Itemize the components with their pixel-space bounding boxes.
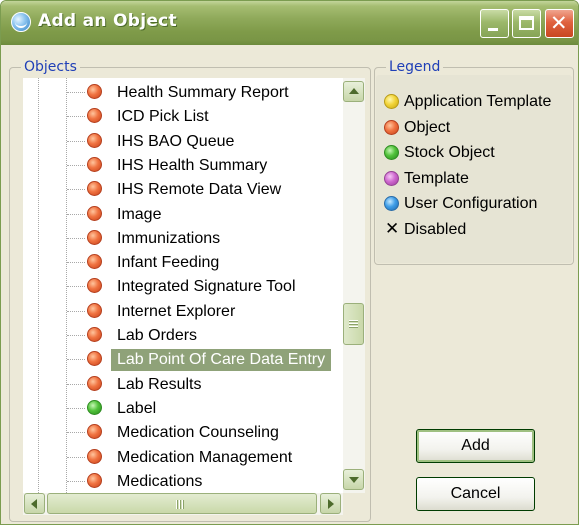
- tree-connector: [67, 310, 85, 312]
- horizontal-scrollbar[interactable]: [23, 493, 343, 515]
- tree-connector: [67, 432, 85, 434]
- orange-circle-icon: [87, 181, 102, 197]
- orange-circle-icon: [384, 119, 399, 135]
- scroll-down-button[interactable]: [343, 469, 364, 490]
- cancel-button[interactable]: Cancel: [416, 477, 535, 511]
- tree-item-label: Image: [117, 205, 162, 223]
- tree-item-label: Integrated Signature Tool: [117, 278, 296, 296]
- green-circle-icon: [87, 399, 102, 415]
- tree-item-label: Medications: [117, 472, 203, 490]
- tree-connector: [67, 262, 85, 264]
- tree-connector: [67, 456, 85, 458]
- minimize-icon: [488, 28, 498, 31]
- arrow-up-icon: [349, 88, 359, 94]
- orange-circle-icon: [87, 156, 102, 172]
- green-circle-icon: [384, 145, 399, 160]
- legend-item-label: Disabled: [404, 220, 467, 238]
- tree-item-label: Infant Feeding: [117, 254, 220, 272]
- legend-item-label: Object: [404, 118, 451, 136]
- orange-circle-icon: [87, 448, 102, 464]
- grip-line: [182, 500, 184, 509]
- tree-item-label: IHS Health Summary: [117, 156, 268, 174]
- arrow-left-icon: [31, 499, 37, 509]
- orange-circle-icon: [87, 278, 102, 294]
- orange-circle-icon: [87, 327, 102, 342]
- objects-tree[interactable]: Health Summary Report ICD Pick List IHS BA…: [23, 78, 363, 493]
- tree-connector: [67, 164, 85, 166]
- tree-connector: [67, 116, 85, 118]
- scroll-corner: [343, 493, 365, 515]
- tree-item-label: Immunizations: [117, 229, 221, 247]
- minimize-button[interactable]: [480, 9, 509, 38]
- close-button[interactable]: ✕: [545, 9, 574, 38]
- orange-circle-icon: [87, 132, 102, 148]
- horizontal-scroll-thumb[interactable]: [47, 493, 317, 514]
- orange-circle-icon: [87, 108, 102, 124]
- objects-group-label: Objects: [21, 59, 80, 75]
- orange-circle-icon: [87, 205, 102, 221]
- orange-circle-icon: [87, 84, 102, 99]
- grip-line: [349, 320, 358, 322]
- app-icon: [11, 12, 31, 32]
- scroll-up-button[interactable]: [343, 81, 364, 102]
- legend-item-label: Application Template: [404, 93, 552, 110]
- tree-connector: [67, 359, 85, 361]
- arrow-down-icon: [349, 477, 359, 483]
- orange-circle-icon: [87, 424, 102, 440]
- scroll-left-button[interactable]: [24, 493, 45, 514]
- legend-item-label: Template: [404, 169, 469, 187]
- scroll-right-button[interactable]: [320, 493, 341, 514]
- tree-item-label: ICD Pick List: [117, 108, 209, 126]
- tree-item-label: Medication Management: [117, 448, 293, 466]
- tree-line: [38, 78, 39, 493]
- x-icon: ✕: [385, 218, 400, 239]
- tree-connector: [67, 480, 85, 482]
- tree-connector: [67, 286, 85, 288]
- add-object-dialog: Add an Object ✕ Objects Health Summary R…: [0, 0, 579, 525]
- tree-item-label: Medication Counseling: [117, 424, 279, 442]
- legend-item-label: Stock Object: [404, 144, 495, 161]
- tree-item-label: Lab Orders: [117, 327, 198, 344]
- orange-circle-icon: [87, 229, 102, 245]
- tree-item-label: IHS BAO Queue: [117, 132, 235, 150]
- vertical-scroll-thumb[interactable]: [343, 303, 364, 345]
- tree-connector: [67, 189, 85, 191]
- maximize-icon: [519, 16, 534, 30]
- tree-connector: [67, 407, 85, 409]
- orange-circle-icon: [87, 254, 102, 270]
- vertical-scrollbar[interactable]: [343, 78, 365, 493]
- maximize-button[interactable]: [512, 9, 541, 38]
- tree-item-label: Lab Results: [117, 375, 202, 393]
- tree-connector: [67, 92, 85, 93]
- tree-item-label: Label: [117, 399, 157, 417]
- tree-item-label: Internet Explorer: [117, 302, 236, 320]
- orange-circle-icon: [87, 472, 102, 488]
- grip-line: [349, 326, 358, 328]
- orange-circle-icon: [87, 302, 102, 318]
- close-icon: ✕: [550, 11, 568, 35]
- legend-item-label: User Configuration: [404, 195, 538, 212]
- add-button[interactable]: Add: [416, 429, 535, 463]
- grip-line: [179, 500, 181, 509]
- magenta-circle-icon: [384, 170, 399, 186]
- arrow-right-icon: [328, 499, 334, 509]
- tree-item-label: IHS Remote Data View: [117, 181, 282, 199]
- window-title: Add an Object: [38, 11, 177, 31]
- title-bar[interactable]: Add an Object ✕: [1, 1, 578, 45]
- yellow-circle-icon: [384, 94, 399, 109]
- grip-line: [349, 323, 358, 325]
- tree-connector: [67, 335, 85, 336]
- blue-circle-icon: [384, 196, 399, 211]
- tree-connector: [67, 140, 85, 142]
- tree-connector: [67, 237, 85, 239]
- tree-item-label: Lab Point Of Care Data Entry: [111, 349, 332, 372]
- legend-group-label: Legend: [386, 59, 444, 75]
- tree-item-label: Health Summary Report: [117, 84, 289, 101]
- tree-connector: [67, 213, 85, 215]
- tree-connector: [67, 383, 85, 385]
- orange-circle-icon: [87, 375, 102, 391]
- grip-line: [176, 500, 178, 509]
- orange-circle-icon: [87, 351, 102, 367]
